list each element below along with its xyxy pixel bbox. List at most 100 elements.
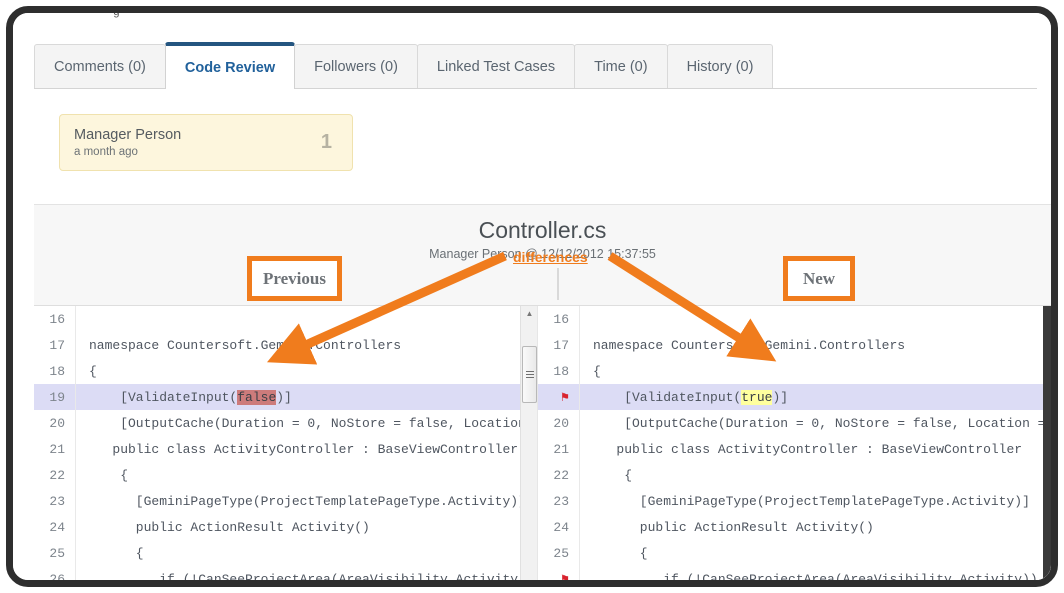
annotation-box-previous: Previous [247, 256, 342, 301]
scrollbar-grip-line [525, 374, 534, 375]
line-number: 18 [538, 358, 580, 384]
code-text-segment: [ValidateInput( [593, 389, 742, 405]
tab-code-review[interactable]: Code Review [164, 42, 296, 89]
code-line: 21 public class ActivityController : Bas… [538, 436, 1051, 462]
code-text-segment: )] [772, 389, 789, 405]
code-text-segment: namespace Countersoft.Gemini.Controllers [89, 337, 402, 353]
code-line: ⚑ [ValidateInput(true)] [538, 384, 1051, 410]
line-number: 20 [34, 410, 76, 436]
comment-timestamp: a month ago [74, 146, 138, 158]
code-text: public class ActivityController : BaseVi… [580, 442, 1051, 457]
code-text-segment: public ActionResult Activity() [89, 519, 370, 535]
code-diff-area: 16 17 namespace Countersoft.Gemini.Control… [34, 305, 1051, 580]
code-line: 20 [OutputCache(Duration = 0, NoStore = … [34, 410, 537, 436]
tab-linked-test-cases[interactable]: Linked Test Cases [416, 44, 576, 88]
line-gutter-flag: ⚑ [538, 566, 580, 580]
line-number: 22 [538, 462, 580, 488]
code-text: public ActionResult Activity() [76, 520, 537, 535]
scroll-up-icon[interactable]: ▲ [521, 306, 537, 321]
code-line: 25 { [538, 540, 1051, 566]
scrollbar-grip-line [525, 377, 534, 378]
code-text-segment: )] [276, 389, 292, 405]
code-text-segment: public ActionResult Activity() [593, 519, 874, 535]
code-text: [GeminiPageType(ProjectTemplatePageType.… [76, 494, 537, 509]
tab-comments-0[interactable]: Comments (0) [34, 44, 166, 88]
code-line: 20 [OutputCache(Duration = 0, NoStore = … [538, 410, 1051, 436]
code-line: 24 public ActionResult Activity() [34, 514, 537, 540]
code-text-segment: [GeminiPageType(ProjectTemplatePageType.… [593, 493, 1030, 509]
code-text-segment: { [89, 363, 97, 379]
code-text: [OutputCache(Duration = 0, NoStore = fal… [580, 416, 1051, 431]
code-text: public class ActivityController : BaseVi… [76, 442, 537, 457]
code-lines-previous: 16 17 namespace Countersoft.Gemini.Control… [34, 306, 537, 580]
line-number: 26 [34, 566, 76, 580]
code-text: [OutputCache(Duration = 0, NoStore = fal… [76, 416, 537, 431]
code-pane-new[interactable]: 16 17 namespace Countersoft.Gemini.Control… [538, 306, 1051, 580]
diff-highlight: false [237, 389, 277, 405]
code-line: 16 [34, 306, 537, 332]
change-flag-icon: ⚑ [561, 571, 569, 581]
code-text: { [580, 364, 1051, 379]
line-number: 24 [538, 514, 580, 540]
code-text: namespace Countersoft.Gemini.Controllers [580, 338, 1051, 353]
code-line: 22 { [34, 462, 537, 488]
line-number: 17 [538, 332, 580, 358]
line-number: 19 [34, 384, 76, 410]
tab-followers-0[interactable]: Followers (0) [294, 44, 418, 88]
window-content: °g Comments (0)Code ReviewFollowers (0)L… [13, 13, 1051, 580]
code-text-segment: [GeminiPageType(ProjectTemplatePageType.… [89, 493, 526, 509]
line-number: 23 [34, 488, 76, 514]
code-text-segment: { [593, 545, 648, 561]
code-lines-new: 16 17 namespace Countersoft.Gemini.Control… [538, 306, 1051, 580]
line-number: 17 [34, 332, 76, 358]
code-text: if (!CanSeeProjectArea(AreaVisibility.Ac… [580, 572, 1051, 581]
code-text-segment: namespace Countersoft.Gemini.Controllers [593, 337, 906, 353]
diff-file-title: Controller.cs [478, 217, 607, 243]
code-line: 23 [GeminiPageType(ProjectTemplatePageTy… [34, 488, 537, 514]
code-line: 23 [GeminiPageType(ProjectTemplatePageTy… [538, 488, 1051, 514]
line-number: 18 [34, 358, 76, 384]
comment-summary-card[interactable]: Manager Person a month ago 1 [59, 114, 353, 171]
pane-right-edge-strip [1043, 306, 1051, 580]
code-text-segment: [ValidateInput( [89, 389, 238, 405]
comment-meta: Manager Person a month ago [74, 127, 321, 158]
code-scrollbar-previous[interactable]: ▲ [520, 306, 537, 580]
line-number: 20 [538, 410, 580, 436]
code-line: 26 if (!CanSeeProjectArea(AreaVisibility… [34, 566, 537, 580]
annotation-label-new: New [802, 268, 836, 288]
comment-author: Manager Person [74, 127, 182, 143]
code-text: { [76, 546, 537, 561]
tab-time-0[interactable]: Time (0) [574, 44, 668, 88]
line-number: 21 [34, 436, 76, 462]
code-text-segment: { [593, 363, 601, 379]
annotation-label-previous: Previous [263, 268, 326, 288]
code-text-segment: [OutputCache(Duration = 0, NoStore = fal… [120, 415, 537, 431]
code-text-segment: { [593, 467, 633, 483]
scrollbar-thumb[interactable] [522, 346, 537, 403]
line-number: 16 [538, 306, 580, 332]
code-text-segment: { [89, 467, 129, 483]
code-line: 21 public class ActivityController : Bas… [34, 436, 537, 462]
code-text-segment: if (!CanSeeProjectArea(AreaVisibility.Ac… [593, 571, 1038, 581]
code-text-segment: public class ActivityController : BaseVi… [89, 441, 519, 457]
code-line: ⚑ if (!CanSeeProjectArea(AreaVisibility.… [538, 566, 1051, 580]
annotation-box-new: New [783, 256, 855, 301]
code-line: 17 namespace Countersoft.Gemini.Controlle… [34, 332, 537, 358]
code-line: 18 { [538, 358, 1051, 384]
code-line: 24 public ActionResult Activity() [538, 514, 1051, 540]
code-text-segment: { [89, 545, 144, 561]
line-number: 16 [34, 306, 76, 332]
code-line: 19 [ValidateInput(false)] [34, 384, 537, 410]
line-number: 22 [34, 462, 76, 488]
code-line: 18 { [34, 358, 537, 384]
code-text: [GeminiPageType(ProjectTemplatePageType.… [580, 494, 1051, 509]
line-number: 25 [538, 540, 580, 566]
line-number: 21 [538, 436, 580, 462]
code-line: 25 { [34, 540, 537, 566]
line-number: 25 [34, 540, 76, 566]
code-text: [ValidateInput(true)] [580, 389, 1051, 405]
code-text-segment: public class ActivityController : BaseVi… [593, 441, 1023, 457]
tab-history-0[interactable]: History (0) [666, 44, 774, 88]
tab-bar: Comments (0) Code Review Followers (0) Link… [34, 42, 1037, 89]
code-pane-previous[interactable]: 16 17 namespace Countersoft.Gemini.Control… [34, 306, 538, 580]
